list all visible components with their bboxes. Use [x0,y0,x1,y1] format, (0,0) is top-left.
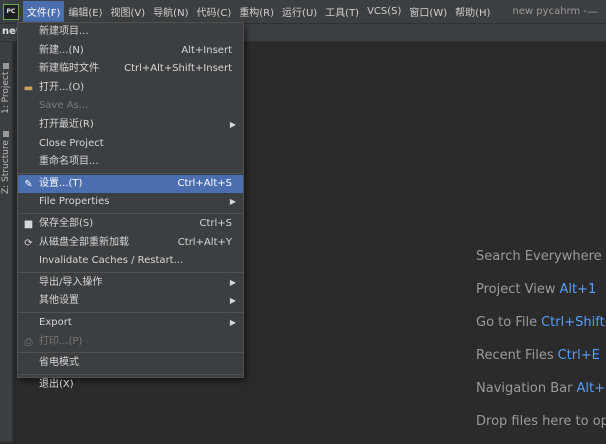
empty-editor-hints: Search Everywhere Project View Alt+1 Go t… [476,246,606,444]
save-icon: ■ [23,218,34,230]
menu-divider [18,172,243,174]
hint-search-everywhere: Search Everywhere [476,249,602,264]
hint-recent-files: Recent Files Ctrl+E [476,348,600,363]
menu-item-new-project[interactable]: 新建项目... [18,23,243,42]
menu-tools[interactable]: 工具(T) [321,1,363,22]
menu-file[interactable]: 文件(F) [22,1,65,22]
menu-item-save-all[interactable]: ■ 保存全部(S) Ctrl+S [18,215,243,234]
shortcut-label: Ctrl+Alt+S [177,177,232,189]
folder-icon [3,62,9,69]
shortcut-label: Ctrl+S [199,217,232,229]
menu-divider [18,212,243,214]
submenu-arrow-icon: ▶ [229,197,236,207]
menu-item-close-project[interactable]: Close Project [18,135,243,154]
pycharm-logo-icon: PC [3,3,19,20]
menu-item-new-scratch-file[interactable]: 新建临时文件 Ctrl+Alt+Shift+Insert [18,60,243,79]
tab-structure[interactable]: Z: Structure [0,128,12,194]
file-menu-dropdown: 新建项目... 新建...(N) Alt+Insert 新建临时文件 Ctrl+… [17,22,244,390]
hint-go-to-file: Go to File Ctrl+Shift [476,315,605,330]
minimize-icon[interactable]: — [587,5,598,18]
menu-item-power-save-mode[interactable]: 省电模式 [18,354,243,373]
submenu-arrow-icon: ▶ [229,296,236,306]
menu-item-export[interactable]: Export ▶ [18,314,243,333]
menu-item-open[interactable]: ▬ 打开...(O) [18,79,243,98]
wrench-icon: ✎ [24,178,33,190]
menu-item-open-recent[interactable]: 打开最近(R) ▶ [18,116,243,135]
menu-item-new[interactable]: 新建...(N) Alt+Insert [18,42,243,61]
menu-divider [18,373,243,375]
tab-project-label: 1: Project [1,71,11,114]
menu-item-invalidate-caches[interactable]: Invalidate Caches / Restart... [18,252,243,271]
menu-item-print: ⎙ 打印...(P) [24,335,83,348]
menu-item-save-as: Save As... [39,100,89,112]
menu-item-settings[interactable]: ✎ 设置...(T) Ctrl+Alt+S [18,174,243,194]
window-title: new pycahrm - [512,6,587,17]
menu-refactor[interactable]: 重构(R) [235,1,278,22]
menu-window[interactable]: 窗口(W) [405,1,451,22]
menu-item-file-properties[interactable]: File Properties ▶ [18,193,243,212]
submenu-arrow-icon: ▶ [229,119,236,129]
tool-window-strip: 1: Project Z: Structure [0,42,13,442]
hint-project-view: Project View Alt+1 [476,282,597,297]
menu-vcs[interactable]: VCS(S) [363,3,405,20]
print-icon: ⎙ [24,336,33,348]
menu-item-exit[interactable]: 退出(X) [18,376,243,395]
tab-project[interactable]: 1: Project [0,50,12,114]
menu-divider [18,271,243,273]
folder-icon: ▬ [23,82,34,94]
menu-run[interactable]: 运行(U) [278,1,321,22]
structure-icon [3,131,9,138]
shortcut-label: Alt+Insert [181,44,232,56]
menu-navigate[interactable]: 导航(N) [149,1,192,22]
menu-divider [18,352,243,354]
menu-edit[interactable]: 编辑(E) [64,1,106,22]
menu-bar: PC 文件(F) 编辑(E) 视图(V) 导航(N) 代码(C) 重构(R) 运… [0,0,606,24]
submenu-arrow-icon: ▶ [229,277,236,287]
menu-divider [18,311,243,313]
hint-navigation-bar: Navigation Bar Alt+ [476,381,605,396]
menu-item-other-settings[interactable]: 其他设置 ▶ [18,292,243,311]
menu-item-rename-project[interactable]: 重命名项目... [18,153,243,172]
shortcut-label: Ctrl+Alt+Y [177,236,232,248]
sync-icon: ⟳ [24,237,33,249]
tab-structure-label: Z: Structure [1,140,11,194]
menu-help[interactable]: 帮助(H) [451,1,494,22]
submenu-arrow-icon: ▶ [229,317,236,327]
menu-item-import-export-settings[interactable]: 导出/导入操作 ▶ [18,274,243,293]
shortcut-label: Ctrl+Alt+Shift+Insert [124,63,232,75]
menu-view[interactable]: 视图(V) [107,1,150,22]
hint-drop-files: Drop files here to op [476,414,606,429]
menu-code[interactable]: 代码(C) [192,1,235,22]
menu-item-reload-from-disk[interactable]: ⟳ 从磁盘全部重新加载 Ctrl+Alt+Y [18,234,243,253]
